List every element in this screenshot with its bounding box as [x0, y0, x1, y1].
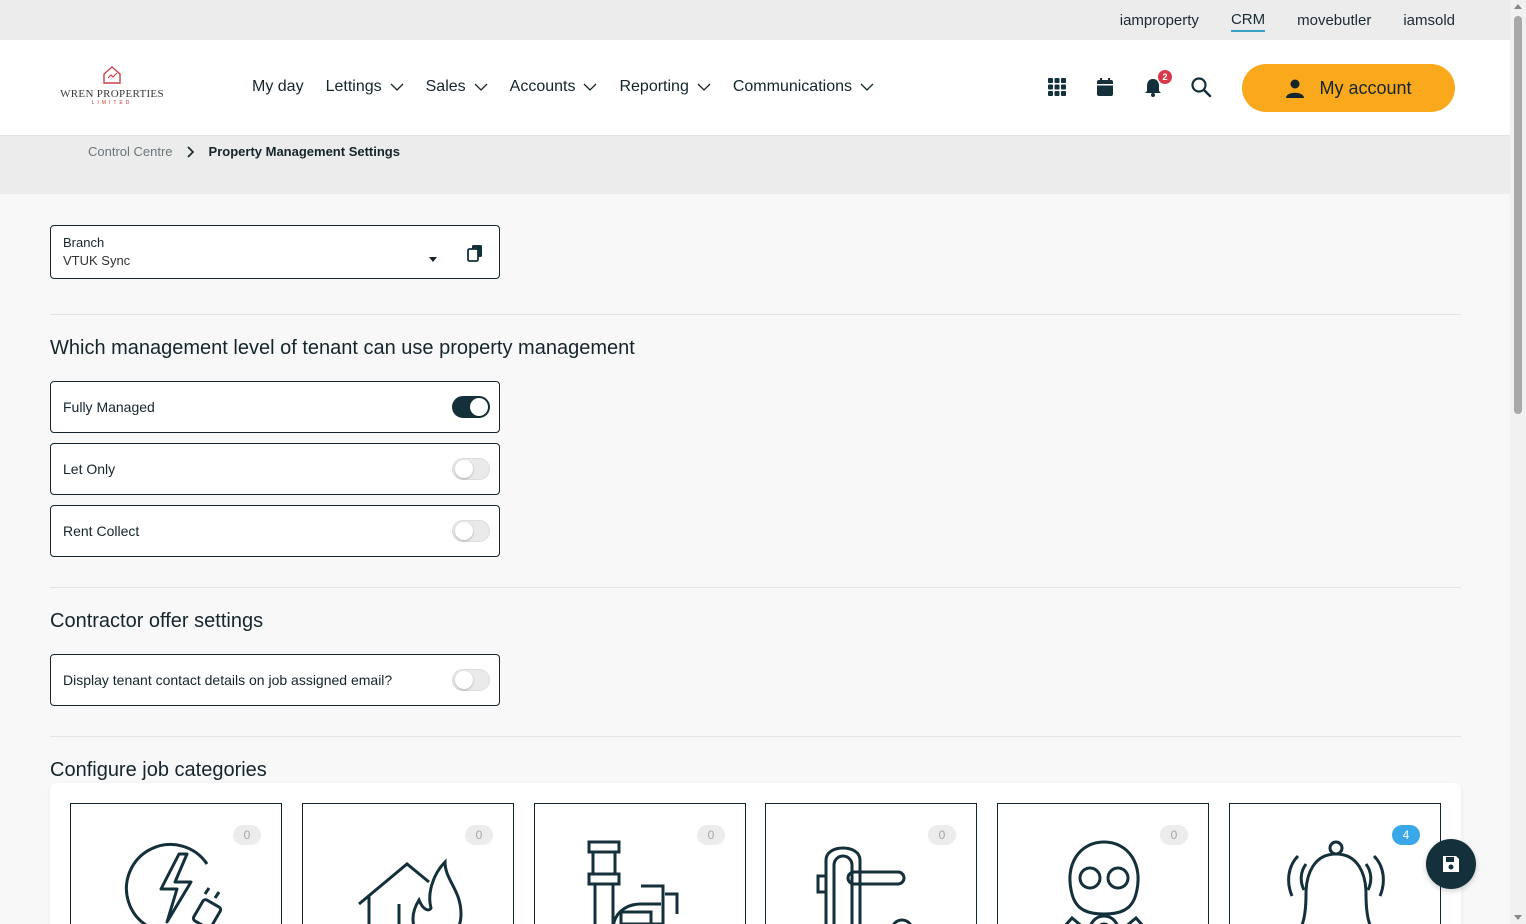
- category-count: 0: [928, 825, 956, 845]
- search-icon[interactable]: [1190, 76, 1212, 98]
- alarm-bell-icon: [1287, 840, 1385, 924]
- menu-label: My day: [252, 78, 304, 95]
- scroll-up-arrow-icon[interactable]: [1514, 4, 1522, 9]
- category-card-alarm[interactable]: 4: [1229, 803, 1441, 924]
- option-display-tenant-contact: Display tenant contact details on job as…: [50, 654, 500, 706]
- option-rent-collect: Rent Collect: [50, 505, 500, 557]
- my-account-button[interactable]: My account: [1242, 64, 1455, 112]
- category-card-gas[interactable]: 0: [997, 803, 1209, 924]
- plumbing-icon: [587, 840, 679, 924]
- menu-my-day[interactable]: My day: [252, 78, 304, 96]
- menu-label: Accounts: [509, 78, 576, 95]
- contractor-heading: Contractor offer settings: [50, 610, 264, 632]
- nav-icon-group: 2: [1046, 70, 1212, 98]
- dropdown-caret-icon[interactable]: [429, 257, 437, 262]
- display-tenant-contact-toggle[interactable]: [452, 669, 490, 691]
- chevron-down-icon: [584, 83, 597, 91]
- copy-icon[interactable]: [467, 244, 483, 262]
- scroll-down-arrow-icon[interactable]: [1514, 915, 1522, 920]
- menu-reporting[interactable]: Reporting: [619, 78, 711, 96]
- chevron-down-icon: [390, 83, 404, 91]
- scrollbar-thumb[interactable]: [1514, 16, 1522, 414]
- gas-mask-icon: [1064, 840, 1144, 924]
- door-lock-icon: [816, 846, 912, 924]
- menu-label: Communications: [732, 78, 852, 95]
- breadcrumb-control-centre[interactable]: Control Centre: [88, 144, 173, 159]
- main-menu: My day Lettings Sales Accounts Reporting…: [252, 78, 874, 96]
- section-divider: [50, 314, 1461, 315]
- notification-count-badge: 2: [1158, 70, 1172, 84]
- branch-value: VTUK Sync: [63, 253, 131, 268]
- breadcrumb-current: Property Management Settings: [208, 144, 400, 159]
- category-count: 0: [1160, 825, 1188, 845]
- section-divider: [50, 736, 1461, 737]
- branch-select[interactable]: Branch VTUK Sync: [50, 225, 500, 279]
- category-card-fire[interactable]: 0: [302, 803, 514, 924]
- top-link-bar: iamproperty CRM movebutler iamsold: [0, 0, 1510, 40]
- link-iamsold[interactable]: iamsold: [1403, 10, 1455, 31]
- electrical-icon: [124, 842, 223, 924]
- menu-accounts[interactable]: Accounts: [510, 78, 598, 96]
- main-navbar: WREN PROPERTIES LIMITED My day Lettings …: [0, 40, 1510, 136]
- user-icon: [1286, 79, 1305, 98]
- menu-lettings[interactable]: Lettings: [326, 78, 404, 96]
- chevron-right-icon: [186, 145, 194, 158]
- notification-bell-icon[interactable]: 2: [1142, 70, 1172, 98]
- option-label: Rent Collect: [63, 523, 140, 539]
- link-crm[interactable]: CRM: [1230, 9, 1266, 32]
- chevron-down-icon: [697, 83, 711, 91]
- my-account-label: My account: [1319, 77, 1412, 98]
- job-categories-panel: 0 0 0 0 0 4: [50, 783, 1461, 924]
- fully-managed-toggle[interactable]: [452, 396, 490, 418]
- calendar-icon[interactable]: [1094, 76, 1116, 98]
- page-scrollbar[interactable]: [1510, 0, 1526, 924]
- rent-collect-toggle[interactable]: [452, 520, 490, 542]
- menu-label: Lettings: [325, 78, 382, 95]
- job-categories-heading: Configure job categories: [50, 759, 267, 781]
- category-count: 0: [233, 825, 261, 845]
- logo-name: WREN PROPERTIES: [60, 88, 164, 100]
- breadcrumb: Control Centre Property Management Setti…: [88, 144, 400, 159]
- category-card-plumbing[interactable]: 0: [534, 803, 746, 924]
- category-count: 0: [697, 825, 725, 845]
- category-card-door-lock[interactable]: 0: [765, 803, 977, 924]
- branch-label: Branch: [63, 235, 105, 250]
- apps-grid-icon[interactable]: [1046, 76, 1068, 98]
- section-divider: [50, 587, 1461, 588]
- category-count: 0: [465, 825, 493, 845]
- chevron-down-icon: [474, 83, 488, 91]
- management-heading: Which management level of tenant can use…: [50, 337, 635, 359]
- company-logo[interactable]: WREN PROPERTIES LIMITED: [56, 64, 168, 114]
- link-movebutler[interactable]: movebutler: [1297, 10, 1371, 31]
- logo-sub: LIMITED: [91, 100, 133, 106]
- save-button[interactable]: [1426, 839, 1476, 889]
- fire-icon: [358, 858, 463, 924]
- option-label: Fully Managed: [63, 399, 155, 415]
- menu-label: Sales: [425, 78, 466, 95]
- chevron-down-icon: [860, 83, 874, 91]
- breadcrumb-bar: Control Centre Property Management Setti…: [0, 136, 1510, 194]
- category-card-electrical[interactable]: 0: [70, 803, 282, 924]
- option-let-only: Let Only: [50, 443, 500, 495]
- menu-communications[interactable]: Communications: [733, 78, 874, 96]
- house-logo-icon: [103, 66, 121, 84]
- menu-label: Reporting: [619, 78, 689, 95]
- category-count: 4: [1392, 825, 1420, 845]
- link-iamproperty[interactable]: iamproperty: [1120, 10, 1199, 31]
- menu-sales[interactable]: Sales: [426, 78, 488, 96]
- option-fully-managed: Fully Managed: [50, 381, 500, 433]
- save-disk-icon: [1443, 856, 1459, 872]
- option-label: Let Only: [63, 461, 116, 477]
- let-only-toggle[interactable]: [452, 458, 490, 480]
- option-label: Display tenant contact details on job as…: [63, 672, 393, 688]
